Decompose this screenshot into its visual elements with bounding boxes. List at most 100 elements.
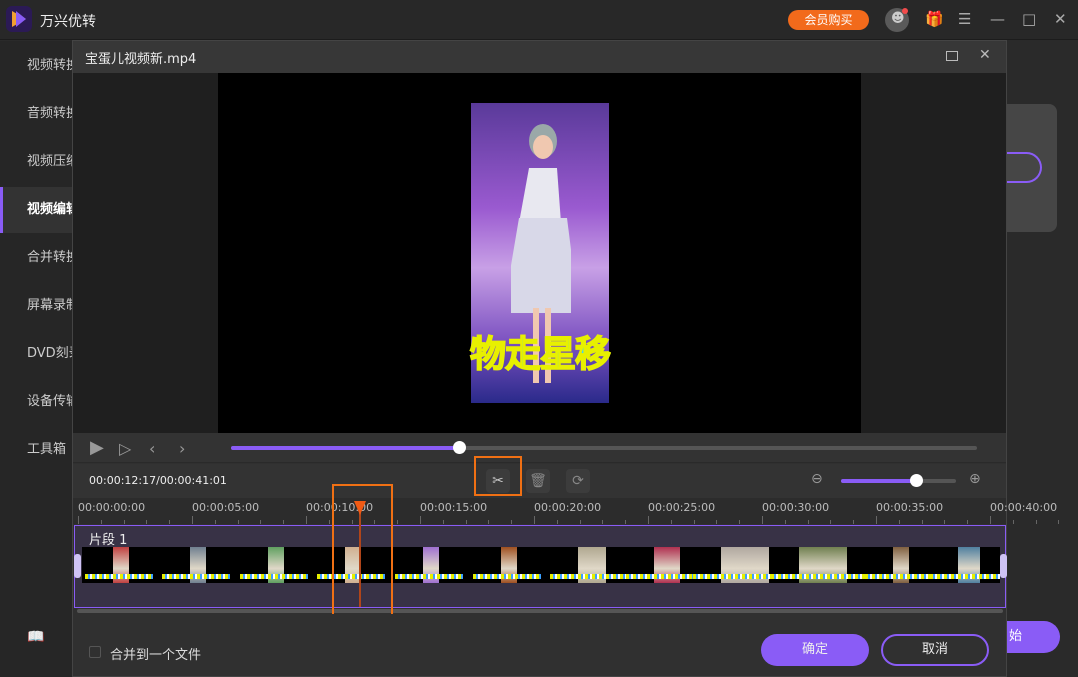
- play-segment-icon[interactable]: ▷: [119, 439, 131, 458]
- ruler-tick: [283, 520, 285, 524]
- ruler-tick: [420, 516, 421, 524]
- playhead-highlight: [332, 484, 393, 626]
- ruler-tick: [739, 520, 741, 524]
- dialog-footer: 合并到一个文件 确定 取消: [73, 614, 1006, 676]
- trim-handle-right[interactable]: [1000, 554, 1007, 578]
- ruler-tick: [625, 520, 627, 524]
- ruler-tick: [328, 520, 330, 524]
- delete-button[interactable]: 🗑: [526, 469, 550, 493]
- trim-handle-left[interactable]: [74, 554, 81, 578]
- ruler-tick: [169, 520, 171, 524]
- title-bar: 万兴优转 会员购买 ☻ 🎁 ☰ — □ ✕: [0, 0, 1078, 40]
- merge-checkbox[interactable]: [89, 646, 101, 658]
- zoom-out-icon[interactable]: ⊖: [811, 471, 823, 487]
- ruler-tick: [1012, 520, 1014, 524]
- ruler-tick: [1035, 520, 1037, 524]
- confirm-button[interactable]: 确定: [761, 634, 869, 666]
- ruler-tick: [214, 520, 216, 524]
- seek-slider[interactable]: [231, 441, 977, 454]
- thumbnail-strip: [82, 547, 1000, 583]
- ruler-tick: [306, 516, 307, 524]
- thumbnail-subtitle: [930, 574, 1000, 579]
- cut-highlight: [474, 456, 522, 496]
- play-icon[interactable]: ▶: [90, 437, 104, 458]
- ruler-tick: [967, 520, 969, 524]
- preview-area: 物走星移: [73, 73, 1006, 433]
- playback-controls: ▶ ▷ ‹ ›: [73, 433, 1006, 463]
- ruler-tick: [579, 520, 581, 524]
- app-logo: [6, 6, 32, 32]
- ruler-tick: [990, 516, 991, 524]
- timeline-track[interactable]: 片段 1: [74, 525, 1007, 608]
- ruler-label: 00:00:25:00: [648, 501, 716, 514]
- timeline-toolbar: 00:00:12:17/00:00:41:01 ✂ 🗑 ⟳ ⊖ ⊕: [73, 456, 1006, 498]
- close-icon[interactable]: ✕: [1054, 10, 1067, 28]
- reset-button[interactable]: ⟳: [566, 469, 590, 493]
- ruler-label: 00:00:15:00: [420, 501, 488, 514]
- ruler-tick: [192, 516, 193, 524]
- ruler-tick: [397, 520, 399, 524]
- segment-label: 片段 1: [89, 533, 128, 548]
- thumbnail-subtitle: [865, 574, 933, 579]
- ruler-tick: [100, 520, 102, 524]
- ruler-tick: [762, 516, 763, 524]
- ruler-tick: [123, 520, 125, 524]
- ruler-tick: [944, 520, 946, 524]
- ruler-label: 00:00:00:00: [78, 501, 146, 514]
- ruler-tick: [534, 516, 535, 524]
- ruler-tick: [670, 520, 672, 524]
- thumbnail-subtitle: [162, 574, 230, 579]
- vip-purchase-button[interactable]: 会员购买: [788, 10, 869, 30]
- maximize-icon[interactable]: [946, 51, 958, 61]
- thumbnail-subtitle: [395, 574, 463, 579]
- cancel-button[interactable]: 取消: [881, 634, 989, 666]
- video-preview[interactable]: 物走星移: [218, 73, 861, 433]
- ruler-tick: [488, 520, 490, 524]
- app-title: 万兴优转: [40, 14, 96, 30]
- thumbnail-subtitle: [473, 574, 541, 579]
- minimize-icon[interactable]: —: [990, 10, 1005, 28]
- zoom-slider[interactable]: [841, 474, 956, 487]
- ruler-tick: [602, 520, 604, 524]
- dialog-title: 宝蛋儿视频新.mp4: [85, 52, 197, 67]
- ruler-tick: [146, 520, 148, 524]
- ruler-label: 00:00:20:00: [534, 501, 602, 514]
- thumbnail-subtitle: [85, 574, 153, 579]
- zoom-progress: [841, 479, 916, 483]
- ruler-tick: [830, 520, 832, 524]
- video-frame: 物走星移: [469, 103, 612, 403]
- ruler-label: 00:00:35:00: [876, 501, 944, 514]
- maximize-icon[interactable]: □: [1022, 10, 1036, 28]
- seek-handle[interactable]: [453, 441, 467, 454]
- ruler-tick: [465, 520, 467, 524]
- ruler-tick: [237, 520, 239, 524]
- gift-icon[interactable]: 🎁: [925, 10, 944, 28]
- seek-progress: [231, 446, 460, 450]
- ruler-tick: [442, 520, 444, 524]
- timeline-ruler[interactable]: 00:00:00:00 00:00:05:00 00:00:10:00 00:00:1…: [73, 498, 1060, 524]
- ruler-tick: [511, 520, 513, 524]
- zoom-handle[interactable]: [909, 474, 923, 487]
- ruler-tick: [898, 520, 900, 524]
- ruler-label: 00:00:05:00: [192, 501, 260, 514]
- thumbnail-subtitle: [240, 574, 308, 579]
- ruler-label: 00:00:40:00: [990, 501, 1058, 514]
- ruler-tick: [921, 520, 923, 524]
- ruler-tick: [1058, 520, 1060, 524]
- previous-frame-icon[interactable]: ‹: [149, 439, 155, 458]
- ruler-tick: [693, 520, 695, 524]
- ruler-tick: [807, 520, 809, 524]
- book-icon[interactable]: 📖: [27, 629, 44, 645]
- next-frame-icon[interactable]: ›: [179, 439, 185, 458]
- merge-label: 合并到一个文件: [110, 648, 202, 663]
- close-icon[interactable]: ✕: [979, 47, 991, 63]
- video-caption: 物走星移: [469, 333, 612, 376]
- ruler-tick: [716, 520, 718, 524]
- ruler-tick: [853, 520, 855, 524]
- menu-icon[interactable]: ☰: [958, 10, 971, 28]
- timeline-scrollbar[interactable]: [77, 609, 1003, 613]
- dialog-header: 宝蛋儿视频新.mp4 ✕: [73, 41, 1006, 73]
- zoom-in-icon[interactable]: ⊕: [969, 471, 981, 487]
- ruler-tick: [260, 520, 262, 524]
- ruler-tick: [648, 516, 649, 524]
